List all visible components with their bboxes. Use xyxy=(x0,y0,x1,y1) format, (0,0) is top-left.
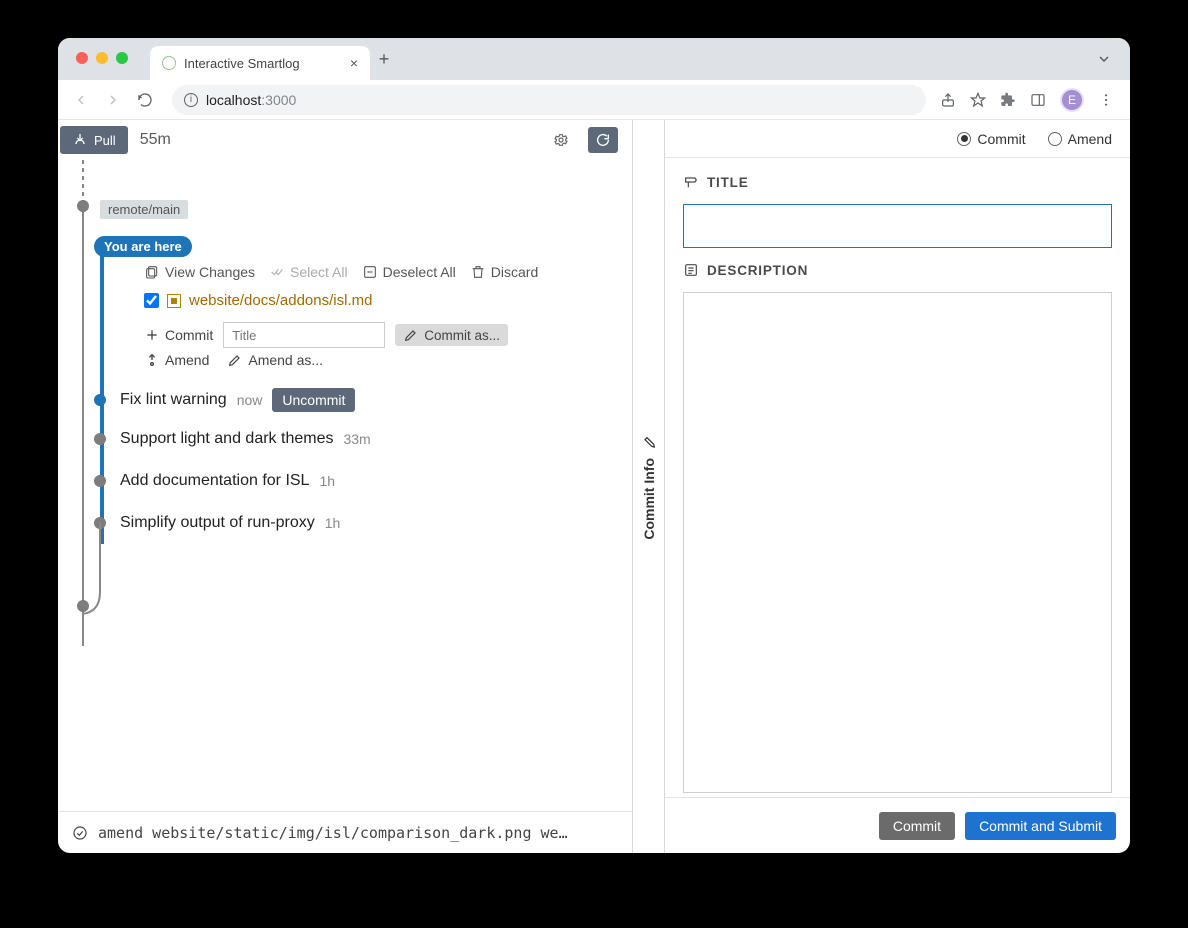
commit-title: Simplify output of run-proxy xyxy=(120,514,315,532)
check-circle-icon xyxy=(72,825,88,841)
commit-dot-icon xyxy=(94,433,106,445)
tab-overflow-icon[interactable] xyxy=(1096,51,1112,67)
commit-dot-icon xyxy=(94,475,106,487)
address-bar: i localhost:3000 E xyxy=(58,80,1130,120)
commit-entry[interactable]: Simplify output of run-proxy 1h xyxy=(94,514,340,532)
file-checkbox[interactable] xyxy=(144,293,159,308)
pencil-icon xyxy=(641,434,657,450)
quick-commit-button[interactable]: Commit xyxy=(144,327,213,343)
commit-entry[interactable]: Add documentation for ISL 1h xyxy=(94,472,335,490)
status-text: amend website/static/img/isl/comparison_… xyxy=(98,824,568,842)
pull-button-label: Pull xyxy=(94,133,116,148)
commit-dot-icon xyxy=(94,394,106,406)
bookmark-icon[interactable] xyxy=(970,92,986,108)
commit-time: 1h xyxy=(319,473,335,489)
extensions-icon[interactable] xyxy=(1000,92,1016,108)
changes-actions: View Changes Select All Deselect All xyxy=(144,264,538,280)
settings-button[interactable] xyxy=(546,127,576,153)
share-icon[interactable] xyxy=(940,92,956,108)
new-tab-button[interactable]: + xyxy=(370,49,398,70)
window-controls[interactable] xyxy=(76,52,128,64)
close-window-icon[interactable] xyxy=(76,52,88,64)
tab-bar: Interactive Smartlog × + xyxy=(58,38,1130,80)
commit-entry[interactable]: Fix lint warning now Uncommit xyxy=(94,388,355,412)
mode-commit-radio[interactable]: Commit xyxy=(957,131,1025,147)
commit-entry[interactable]: Support light and dark themes 33m xyxy=(94,430,371,448)
radio-unchecked-icon xyxy=(1048,132,1062,146)
maximize-window-icon[interactable] xyxy=(116,52,128,64)
forward-button[interactable] xyxy=(100,87,126,113)
file-modified-icon xyxy=(167,294,181,308)
commit-title: Add documentation for ISL xyxy=(120,472,309,490)
commit-description-input[interactable] xyxy=(683,292,1112,793)
commit-button[interactable]: Commit xyxy=(879,812,955,840)
commit-time: 1h xyxy=(325,515,341,531)
deselect-all-button[interactable]: Deselect All xyxy=(362,264,456,280)
url-host: localhost xyxy=(206,92,261,108)
commit-time: 33m xyxy=(343,431,370,447)
refresh-button[interactable] xyxy=(588,127,618,153)
commit-title: Fix lint warning xyxy=(120,391,227,409)
uncommit-button[interactable]: Uncommit xyxy=(272,388,355,412)
url-bar[interactable]: i localhost:3000 xyxy=(172,85,926,115)
commit-form-panel: Commit Amend TITLE DESCRIPTION xyxy=(665,120,1130,853)
quick-commit-row: Commit Commit as... xyxy=(144,322,508,348)
commit-time: now xyxy=(237,392,263,408)
branch-curve-icon xyxy=(70,522,110,642)
title-field-label: TITLE xyxy=(683,174,1112,190)
quick-commit-title-input[interactable] xyxy=(223,322,385,348)
favicon-icon xyxy=(162,56,176,70)
browser-tab[interactable]: Interactive Smartlog × xyxy=(150,46,370,80)
commit-and-submit-button[interactable]: Commit and Submit xyxy=(965,812,1116,840)
time-since-pull: 55m xyxy=(140,131,171,149)
commit-mode-toggle: Commit Amend xyxy=(665,120,1130,158)
app-content: Pull 55m remote/main xyxy=(58,120,1130,853)
milestone-icon xyxy=(683,174,699,190)
file-path[interactable]: website/docs/addons/isl.md xyxy=(189,292,372,309)
select-all-button[interactable]: Select All xyxy=(269,264,348,280)
reload-button[interactable] xyxy=(132,87,158,113)
pull-button[interactable]: Pull xyxy=(60,126,128,154)
description-field-label: DESCRIPTION xyxy=(683,262,1112,278)
radio-checked-icon xyxy=(957,132,971,146)
smartlog-toolbar: Pull 55m xyxy=(58,120,632,160)
commit-graph: remote/main You are here View Changes Se… xyxy=(58,160,632,811)
commit-title-input[interactable] xyxy=(683,204,1112,248)
mode-amend-radio[interactable]: Amend xyxy=(1048,131,1112,147)
you-are-here-badge: You are here xyxy=(94,236,192,257)
amend-as-button[interactable]: Amend as... xyxy=(227,352,323,368)
remote-branch-tag[interactable]: remote/main xyxy=(100,200,188,219)
commit-title: Support light and dark themes xyxy=(120,430,333,448)
graph-dot xyxy=(77,200,89,212)
back-button[interactable] xyxy=(68,87,94,113)
amend-button[interactable]: Amend xyxy=(144,352,209,368)
discard-button[interactable]: Discard xyxy=(470,264,538,280)
text-lines-icon xyxy=(683,262,699,278)
url-port: :3000 xyxy=(261,92,296,108)
tab-title: Interactive Smartlog xyxy=(184,56,300,71)
close-tab-icon[interactable]: × xyxy=(350,55,358,71)
commit-info-gutter[interactable]: Commit Info xyxy=(633,120,665,853)
smartlog-panel: Pull 55m remote/main xyxy=(58,120,633,853)
commit-as-button[interactable]: Commit as... xyxy=(395,324,508,346)
minimize-window-icon[interactable] xyxy=(96,52,108,64)
status-bar: amend website/static/img/isl/comparison_… xyxy=(58,811,632,853)
gutter-label: Commit Info xyxy=(641,458,657,540)
browser-window: Interactive Smartlog × + i localhost:300… xyxy=(58,38,1130,853)
panel-icon[interactable] xyxy=(1030,92,1046,108)
quick-amend-row: Amend Amend as... xyxy=(144,352,323,368)
view-changes-button[interactable]: View Changes xyxy=(144,264,255,280)
profile-avatar[interactable]: E xyxy=(1060,88,1084,112)
changed-file-row[interactable]: website/docs/addons/isl.md xyxy=(144,292,372,309)
kebab-menu-icon[interactable] xyxy=(1098,92,1114,108)
commit-form-footer: Commit Commit and Submit xyxy=(665,797,1130,853)
site-info-icon[interactable]: i xyxy=(184,93,198,107)
